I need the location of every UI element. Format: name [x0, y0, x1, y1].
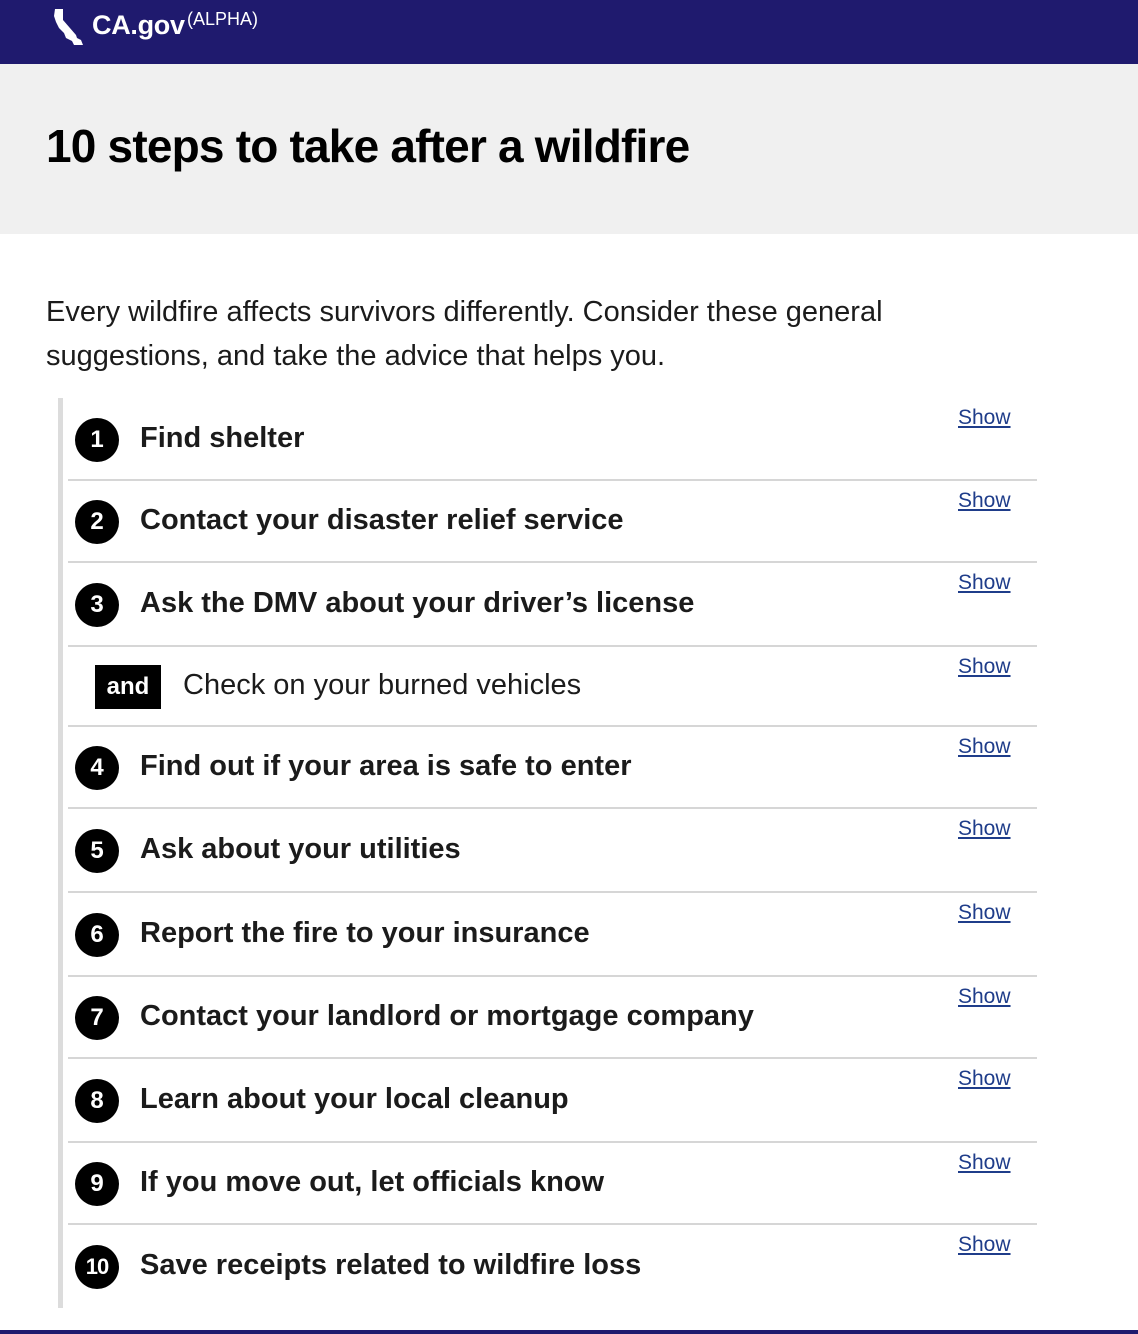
show-toggle-link[interactable]: Show: [958, 1067, 1011, 1091]
step-item-2: 2 Contact your disaster relief service S…: [68, 481, 1037, 563]
show-toggle-link[interactable]: Show: [958, 735, 1011, 759]
site-brand-link[interactable]: CA.gov: [92, 10, 185, 41]
show-toggle-link[interactable]: Show: [958, 901, 1011, 925]
step-title: Check on your burned vehicles: [183, 669, 582, 701]
step-title: Ask the DMV about your driver’s license: [140, 587, 695, 619]
site-header: CA.gov (ALPHA): [0, 0, 1138, 64]
california-state-icon[interactable]: [52, 8, 86, 46]
page-bottom-divider: [0, 1330, 1138, 1334]
step-number-badge: 4: [75, 746, 119, 790]
step-item-9: 9 If you move out, let officials know Sh…: [68, 1143, 1037, 1225]
step-item-8: 8 Learn about your local cleanup Show: [68, 1059, 1037, 1143]
step-title: Ask about your utilities: [140, 833, 461, 865]
show-toggle-link[interactable]: Show: [958, 985, 1011, 1009]
and-badge: and: [95, 665, 161, 709]
step-number-badge: 6: [75, 913, 119, 957]
step-item-10: 10 Save receipts related to wildfire los…: [68, 1225, 1037, 1308]
step-title: Contact your landlord or mortgage compan…: [140, 1000, 754, 1032]
alpha-badge: (ALPHA): [187, 9, 259, 29]
show-toggle-link[interactable]: Show: [958, 406, 1011, 430]
page-hero: 10 steps to take after a wildfire: [0, 64, 1138, 234]
step-item-7: 7 Contact your landlord or mortgage comp…: [68, 977, 1037, 1059]
step-item-1: 1 Find shelter Show: [68, 398, 1037, 481]
steps-list: 1 Find shelter Show 2 Contact your disas…: [58, 398, 1037, 1308]
show-toggle-link[interactable]: Show: [958, 489, 1011, 513]
step-item-3: 3 Ask the DMV about your driver’s licens…: [68, 563, 1037, 647]
step-number-badge: 8: [75, 1079, 119, 1123]
show-toggle-link[interactable]: Show: [958, 1233, 1011, 1257]
step-title: Find shelter: [140, 422, 305, 454]
show-toggle-link[interactable]: Show: [958, 571, 1011, 595]
step-title: Report the fire to your insurance: [140, 917, 590, 949]
step-item-and: and Check on your burned vehicles Show: [68, 647, 1037, 727]
step-number-badge: 7: [75, 996, 119, 1040]
step-item-6: 6 Report the fire to your insurance Show: [68, 893, 1037, 977]
step-number-badge: 5: [75, 829, 119, 873]
step-number-badge: 1: [75, 418, 119, 462]
step-title: If you move out, let officials know: [140, 1166, 605, 1198]
step-number-badge: 9: [75, 1162, 119, 1206]
show-toggle-link[interactable]: Show: [958, 817, 1011, 841]
intro-text: Every wildfire affects survivors differe…: [46, 296, 883, 372]
step-number-badge: 3: [75, 583, 119, 627]
show-toggle-link[interactable]: Show: [958, 655, 1011, 679]
step-item-4: 4 Find out if your area is safe to enter…: [68, 727, 1037, 809]
show-toggle-link[interactable]: Show: [958, 1151, 1011, 1175]
page-title: 10 steps to take after a wildfire: [46, 120, 690, 172]
step-title: Save receipts related to wildfire loss: [140, 1249, 642, 1281]
step-number-badge: 2: [75, 500, 119, 544]
step-item-5: 5 Ask about your utilities Show: [68, 809, 1037, 893]
step-title: Find out if your area is safe to enter: [140, 750, 632, 782]
step-title: Contact your disaster relief service: [140, 504, 624, 536]
step-title: Learn about your local cleanup: [140, 1083, 569, 1115]
step-number-badge: 10: [75, 1245, 119, 1289]
